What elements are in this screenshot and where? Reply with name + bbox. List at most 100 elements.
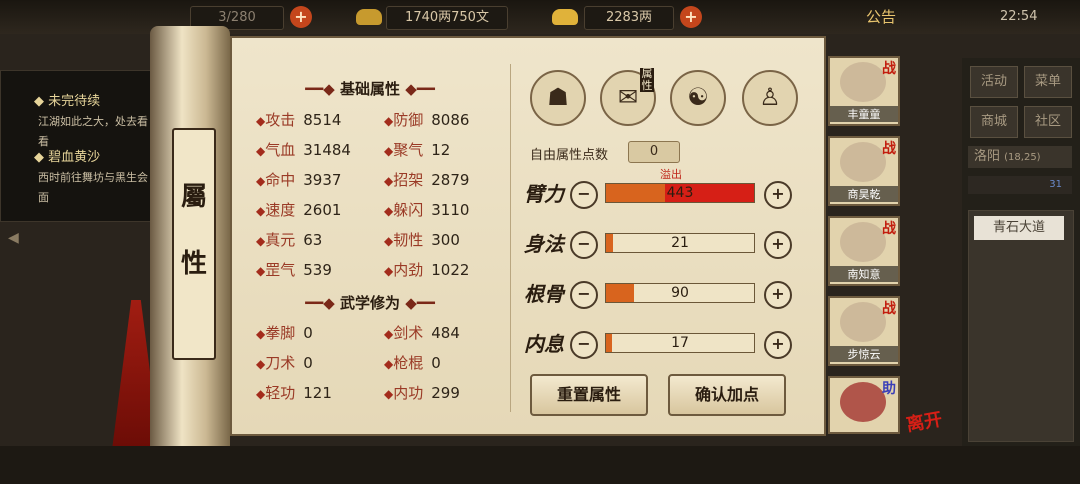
helper-card[interactable]: 助 <box>828 376 900 434</box>
stat-label: 真元 <box>265 231 296 249</box>
decrease-button[interactable]: − <box>570 231 598 259</box>
party-member-card[interactable]: 战 商昊乾 <box>828 136 900 206</box>
stat-row: ◆气血 31484 <box>256 141 351 159</box>
collapse-arrow-icon[interactable]: ◀ <box>8 230 19 246</box>
silver-display: 1740两750文 <box>386 6 508 30</box>
quest-title: 碧血黄沙 <box>48 150 101 165</box>
location-display: 洛阳 (18,25) <box>968 146 1072 168</box>
decrease-button[interactable]: − <box>570 281 598 309</box>
confirm-points-button[interactable]: 确认加点 <box>668 374 786 416</box>
free-points-value: 0 <box>628 141 680 163</box>
stat-label: 聚气 <box>393 141 424 159</box>
quest-desc: 江湖如此之大，处去看看 <box>38 115 148 148</box>
stat-value: 300 <box>431 231 460 249</box>
stat-row: ◆韧性 300 <box>384 231 460 249</box>
quest-item-2[interactable]: ◆ 碧血黄沙 西时前往舞坊与黑生会面 <box>34 148 154 208</box>
leave-button[interactable]: 离开 <box>904 405 944 437</box>
character-tab-icon[interactable]: ☗ <box>530 70 586 126</box>
attribute-tab-badge: 属性 <box>640 67 654 92</box>
stat-row: ◆命中 3937 <box>256 171 342 189</box>
stat-label: 枪棍 <box>393 354 424 372</box>
attr-value: 443 <box>666 185 694 201</box>
quest-item-1[interactable]: ◆ 未完待续 江湖如此之大，处去看看 <box>34 92 154 152</box>
stat-label: 罡气 <box>265 261 296 279</box>
basic-attributes-heading: ━━◆ 基础属性 ◆━━ <box>305 80 435 98</box>
stat-row: ◆防御 8086 <box>384 111 470 129</box>
silver-value: 1740两750文 <box>405 10 489 25</box>
member-name: 南知意 <box>830 266 898 282</box>
helper-badge: 助 <box>882 381 896 397</box>
basic-stats-left: ◆攻击 8514 ◆气血 31484 ◆命中 3937 ◆速度 2601 ◆真元 63 ◆… <box>256 105 374 285</box>
avatar <box>840 302 886 342</box>
clock-value: 22:54 <box>1000 9 1038 24</box>
attr-name: 身法 <box>524 232 564 256</box>
martial-title: 武学修为 <box>339 294 400 312</box>
road-list <box>968 210 1074 442</box>
stat-value: 484 <box>431 324 460 342</box>
martial-heading: ━━◆ 武学修为 ◆━━ <box>305 294 435 312</box>
party-member-card[interactable]: 战 南知意 <box>828 216 900 286</box>
stat-label: 气血 <box>265 141 296 159</box>
stat-label: 刀术 <box>265 354 296 372</box>
stat-value: 12 <box>431 141 451 159</box>
attr-name: 臂力 <box>524 182 564 206</box>
time-indicator: 31 <box>968 176 1072 194</box>
add-gold-button[interactable]: + <box>680 6 702 28</box>
stat-value: 8086 <box>431 111 470 129</box>
stat-row: ◆招架 2879 <box>384 171 470 189</box>
decrease-button[interactable]: − <box>570 181 598 209</box>
quest-desc: 西时前往舞坊与黑生会面 <box>38 171 148 204</box>
stat-value: 121 <box>303 384 332 402</box>
martial-stats-right: ◆剑术 484 ◆枪棍 0 ◆内功 299 <box>384 318 502 408</box>
increase-button[interactable]: + <box>764 231 792 259</box>
stat-value: 0 <box>303 354 313 372</box>
attr-bar: 17 <box>605 333 755 353</box>
stat-label: 内功 <box>393 384 424 402</box>
add-capacity-button[interactable]: + <box>290 6 312 28</box>
martial-stats-left: ◆拳脚 0 ◆刀术 0 ◆轻功 121 <box>256 318 374 408</box>
notice-button[interactable]: 公告 <box>866 6 896 28</box>
location-city: 洛阳 <box>974 149 1001 164</box>
battle-badge: 战 <box>882 301 896 317</box>
stat-label: 韧性 <box>393 231 424 249</box>
overflow-label: 溢出 <box>660 168 682 181</box>
stat-label: 攻击 <box>265 111 296 129</box>
decrease-button[interactable]: − <box>570 331 598 359</box>
basic-attributes-title: 基础属性 <box>339 80 400 98</box>
free-points-label: 自由属性点数 <box>530 148 609 163</box>
stat-value: 0 <box>431 354 441 372</box>
increase-button[interactable]: + <box>764 281 792 309</box>
menu-main[interactable]: 菜单 <box>1024 66 1072 98</box>
stat-row: ◆内劲 1022 <box>384 261 470 279</box>
menu-activities[interactable]: 活动 <box>970 66 1018 98</box>
stat-label: 防御 <box>393 111 424 129</box>
stat-row: ◆轻功 121 <box>256 384 332 402</box>
member-name: 商昊乾 <box>830 186 898 202</box>
reset-attributes-button[interactable]: 重置属性 <box>530 374 648 416</box>
stat-value: 2879 <box>431 171 470 189</box>
party-member-card[interactable]: 战 步惊云 <box>828 296 900 366</box>
attr-bar: 90 <box>605 283 755 303</box>
menu-shop[interactable]: 商城 <box>970 106 1018 138</box>
bagua-tab-icon[interactable]: ☯ <box>670 70 726 126</box>
avatar <box>840 62 886 102</box>
attr-name: 内息 <box>524 332 564 356</box>
increase-button[interactable]: + <box>764 181 792 209</box>
stat-row: ◆真元 63 <box>256 231 323 249</box>
stat-value: 3937 <box>303 171 342 189</box>
scroll-title-char-2: 性 <box>180 249 207 279</box>
party-member-card[interactable]: 战 丰童童 <box>828 56 900 126</box>
stat-row: ◆攻击 8514 <box>256 111 342 129</box>
battle-badge: 战 <box>882 61 896 77</box>
attr-bar: 443 <box>605 183 755 203</box>
stat-value: 3110 <box>431 201 470 219</box>
road-item[interactable]: 青石大道 <box>974 216 1064 240</box>
meridian-tab-icon[interactable]: ♙ <box>742 70 798 126</box>
stat-row: ◆躲闪 3110 <box>384 201 470 219</box>
stat-label: 速度 <box>265 201 296 219</box>
stat-row: ◆拳脚 0 <box>256 324 313 342</box>
increase-button[interactable]: + <box>764 331 792 359</box>
menu-community[interactable]: 社区 <box>1024 106 1072 138</box>
stat-row: ◆内功 299 <box>384 384 460 402</box>
gold-value: 2283两 <box>605 10 653 25</box>
